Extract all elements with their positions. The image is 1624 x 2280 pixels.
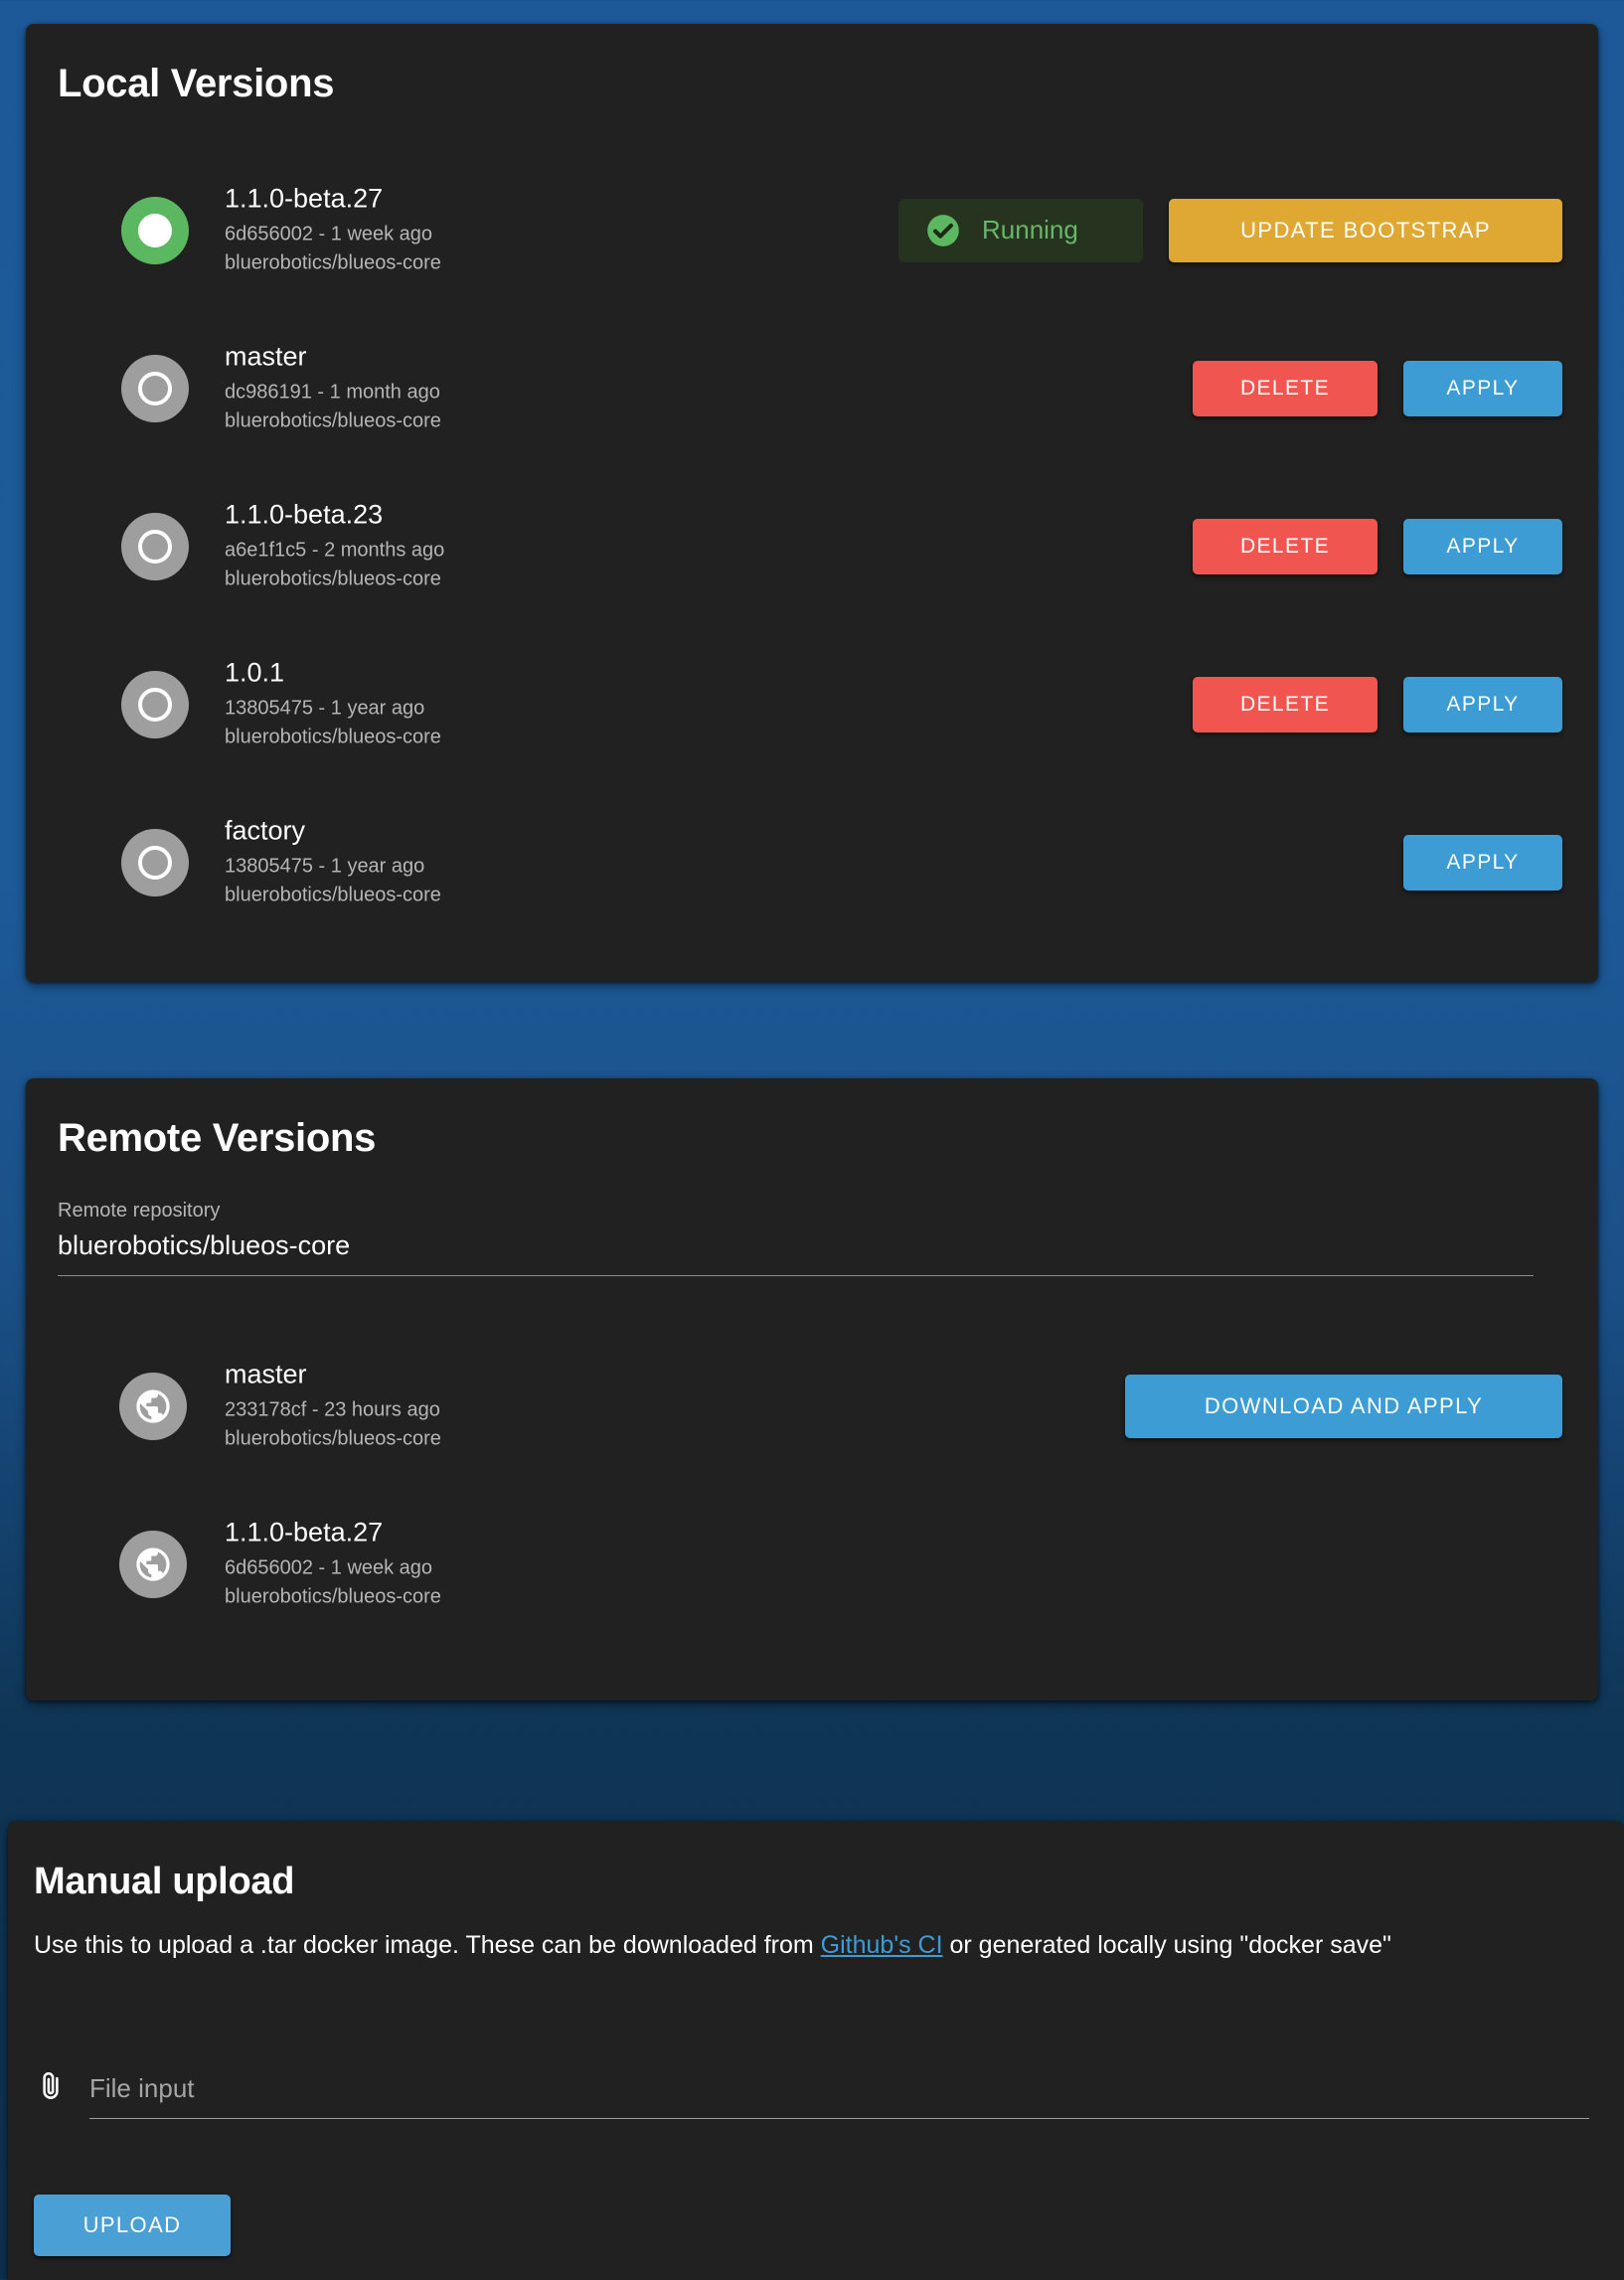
remote-version-avatar xyxy=(119,1530,187,1598)
version-repository: bluerobotics/blueos-core xyxy=(225,726,441,748)
version-row-actions: DELETE APPLY xyxy=(1193,360,1562,416)
radio-unselected-icon xyxy=(138,529,172,564)
version-name: master xyxy=(225,341,307,372)
manual-upload-card: Manual upload Use this to upload a .tar … xyxy=(8,1821,1624,2280)
paperclip-icon xyxy=(43,2071,59,2099)
version-repository: bluerobotics/blueos-core xyxy=(225,251,441,274)
upload-button[interactable]: UPLOAD xyxy=(34,2195,231,2256)
status-badge-label: Running xyxy=(982,215,1078,244)
version-status-avatar xyxy=(121,512,189,580)
version-status-avatar xyxy=(121,670,189,738)
version-commit-age: 13805475 - 1 year ago xyxy=(225,855,425,878)
check-circle-icon xyxy=(927,214,959,246)
version-repository: bluerobotics/blueos-core xyxy=(225,568,441,590)
version-status-avatar xyxy=(121,828,189,896)
radio-selected-icon xyxy=(138,213,172,247)
apply-button[interactable]: APPLY xyxy=(1403,518,1562,574)
delete-button[interactable]: DELETE xyxy=(1193,676,1378,733)
version-info: master dc986191 - 1 month ago blueroboti… xyxy=(225,340,441,436)
version-info: 1.0.1 13805475 - 1 year ago bluerobotics… xyxy=(225,656,441,752)
download-and-apply-button[interactable]: DOWNLOAD AND APPLY xyxy=(1125,1374,1562,1438)
local-version-row[interactable]: 1.1.0-beta.27 6d656002 - 1 week ago blue… xyxy=(26,151,1598,309)
local-version-row[interactable]: factory 13805475 - 1 year ago blueroboti… xyxy=(26,783,1598,941)
status-badge-running: Running xyxy=(898,198,1143,262)
local-versions-title: Local Versions xyxy=(58,62,335,105)
delete-button[interactable]: DELETE xyxy=(1193,360,1378,416)
manual-upload-description: Use this to upload a .tar docker image. … xyxy=(34,1928,1584,1962)
remote-versions-card: Remote Versions Remote repository bluero… xyxy=(26,1078,1598,1701)
remote-repository-field[interactable]: Remote repository bluerobotics/blueos-co… xyxy=(58,1200,1534,1276)
radio-unselected-icon xyxy=(138,371,172,406)
apply-button[interactable]: APPLY xyxy=(1403,360,1562,416)
version-row-actions: DELETE APPLY xyxy=(1193,518,1562,574)
version-commit-age: 6d656002 - 1 week ago xyxy=(225,1556,433,1579)
version-name: master xyxy=(225,1359,307,1389)
upload-description-part1: Use this to upload a .tar docker image. … xyxy=(34,1931,821,1959)
local-versions-card: Local Versions 1.1.0-beta.27 6d656002 - … xyxy=(26,24,1598,982)
remote-version-row[interactable]: 1.1.0-beta.27 6d656002 - 1 week ago blue… xyxy=(26,1485,1598,1643)
local-versions-list: 1.1.0-beta.27 6d656002 - 1 week ago blue… xyxy=(26,151,1598,941)
radio-unselected-icon xyxy=(138,845,172,880)
version-repository: bluerobotics/blueos-core xyxy=(225,1585,441,1608)
version-info: master 233178cf - 23 hours ago bluerobot… xyxy=(225,1358,441,1454)
upload-button-wrapper: UPLOAD xyxy=(34,2195,231,2256)
version-commit-age: dc986191 - 1 month ago xyxy=(225,381,440,404)
version-commit-age: a6e1f1c5 - 2 months ago xyxy=(225,539,445,562)
version-name: factory xyxy=(225,815,306,846)
version-name: 1.1.0-beta.23 xyxy=(225,499,384,530)
version-info: 1.1.0-beta.27 6d656002 - 1 week ago blue… xyxy=(225,182,441,278)
file-input-field[interactable]: File input xyxy=(89,2073,1589,2119)
file-input-placeholder: File input xyxy=(89,2073,195,2103)
local-version-row[interactable]: 1.0.1 13805475 - 1 year ago bluerobotics… xyxy=(26,625,1598,783)
version-name: 1.0.1 xyxy=(225,657,285,688)
remote-versions-title: Remote Versions xyxy=(58,1116,377,1160)
remote-version-avatar xyxy=(119,1372,187,1440)
version-commit-age: 13805475 - 1 year ago xyxy=(225,697,425,720)
local-version-row[interactable]: 1.1.0-beta.23 a6e1f1c5 - 2 months ago bl… xyxy=(26,467,1598,625)
local-version-row[interactable]: master dc986191 - 1 month ago blueroboti… xyxy=(26,309,1598,467)
delete-button[interactable]: DELETE xyxy=(1193,518,1378,574)
version-row-actions: DOWNLOAD AND APPLY xyxy=(1125,1374,1562,1438)
version-repository: bluerobotics/blueos-core xyxy=(225,409,441,432)
version-commit-age: 233178cf - 23 hours ago xyxy=(225,1398,440,1421)
remote-versions-list: master 233178cf - 23 hours ago bluerobot… xyxy=(26,1327,1598,1643)
apply-button[interactable]: APPLY xyxy=(1403,834,1562,891)
globe-icon xyxy=(136,1547,170,1581)
version-name: 1.1.0-beta.27 xyxy=(225,1517,384,1547)
version-row-actions: DELETE APPLY xyxy=(1193,676,1562,733)
version-row-actions: Running UPDATE BOOTSTRAP xyxy=(898,198,1562,262)
github-ci-link[interactable]: Github's CI xyxy=(821,1931,943,1959)
version-info: factory 13805475 - 1 year ago blueroboti… xyxy=(225,814,441,910)
version-commit-age: 6d656002 - 1 week ago xyxy=(225,223,433,245)
version-info: 1.1.0-beta.23 a6e1f1c5 - 2 months ago bl… xyxy=(225,498,444,594)
version-repository: bluerobotics/blueos-core xyxy=(225,1427,441,1450)
version-repository: bluerobotics/blueos-core xyxy=(225,884,441,906)
apply-button[interactable]: APPLY xyxy=(1403,676,1562,733)
file-input-row[interactable]: File input xyxy=(34,2067,1589,2119)
version-status-avatar xyxy=(121,354,189,422)
update-bootstrap-button[interactable]: UPDATE BOOTSTRAP xyxy=(1169,198,1562,262)
globe-icon xyxy=(136,1388,170,1423)
version-info: 1.1.0-beta.27 6d656002 - 1 week ago blue… xyxy=(225,1516,441,1612)
remote-version-row[interactable]: master 233178cf - 23 hours ago bluerobot… xyxy=(26,1327,1598,1485)
remote-repository-label: Remote repository xyxy=(58,1200,221,1221)
upload-description-part2: or generated locally using "docker save" xyxy=(942,1931,1391,1959)
remote-repository-input[interactable]: bluerobotics/blueos-core xyxy=(58,1230,1534,1276)
version-row-actions: APPLY xyxy=(1403,834,1562,891)
radio-unselected-icon xyxy=(138,687,172,722)
version-name: 1.1.0-beta.27 xyxy=(225,183,384,214)
version-status-avatar-active xyxy=(121,196,189,264)
manual-upload-title: Manual upload xyxy=(34,1861,295,1902)
